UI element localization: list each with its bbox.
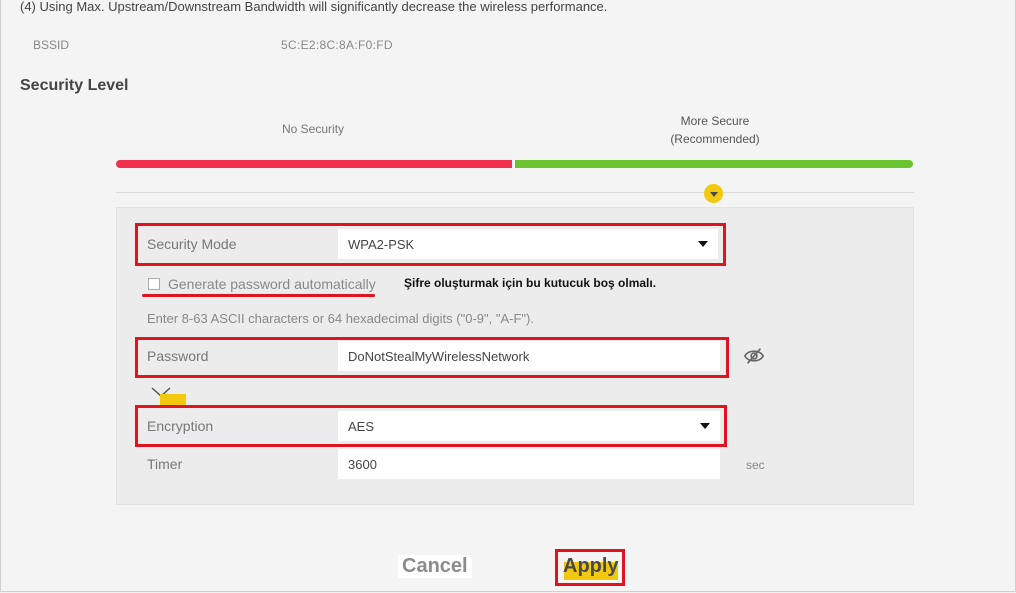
cancel-button[interactable]: Cancel (398, 555, 472, 578)
annotation-text: Şifre oluşturmak için bu kutucuk boş olm… (404, 276, 657, 290)
security-mode-select[interactable]: WPA2-PSK (338, 229, 718, 259)
encryption-label: Encryption (147, 418, 214, 434)
apply-button[interactable]: Apply (563, 555, 619, 578)
caret-down-icon (700, 423, 710, 429)
caret-down-icon (698, 241, 708, 247)
chevron-down-icon[interactable] (704, 184, 723, 203)
timer-input[interactable]: 3600 (338, 449, 720, 479)
password-label: Password (147, 348, 209, 364)
generate-password-checkbox[interactable] (148, 278, 160, 290)
bandwidth-warning-note: (4) Using Max. Upstream/Downstream Bandw… (20, 0, 608, 14)
level-no-security-label: No Security (282, 122, 345, 136)
annotation-underline (142, 294, 375, 297)
encryption-value: AES (348, 418, 375, 434)
password-input[interactable]: DoNotStealMyWirelessNetwork (338, 341, 720, 371)
password-hint: Enter 8-63 ASCII characters or 64 hexade… (147, 311, 534, 326)
level-more-secure-line2: (Recommended) (670, 132, 760, 146)
security-mode-label: Security Mode (147, 236, 237, 252)
security-bar-high (515, 160, 913, 168)
timer-unit: sec (746, 458, 765, 472)
bssid-label: BSSID (33, 38, 70, 52)
level-divider (116, 192, 914, 193)
generate-password-label: Generate password automatically (168, 276, 376, 292)
password-value: DoNotStealMyWirelessNetwork (348, 348, 530, 364)
security-mode-value: WPA2-PSK (348, 236, 415, 252)
security-bar-low (116, 160, 512, 168)
eye-slash-icon[interactable] (743, 345, 765, 367)
timer-value: 3600 (348, 456, 377, 472)
level-more-secure-label: More Secure (Recommended) (660, 112, 770, 148)
timer-label: Timer (147, 456, 183, 472)
encryption-select[interactable]: AES (338, 411, 720, 441)
bssid-value: 5C:E2:8C:8A:F0:FD (281, 38, 393, 52)
security-level-title: Security Level (20, 77, 129, 94)
level-more-secure-line1: More Secure (680, 114, 750, 128)
